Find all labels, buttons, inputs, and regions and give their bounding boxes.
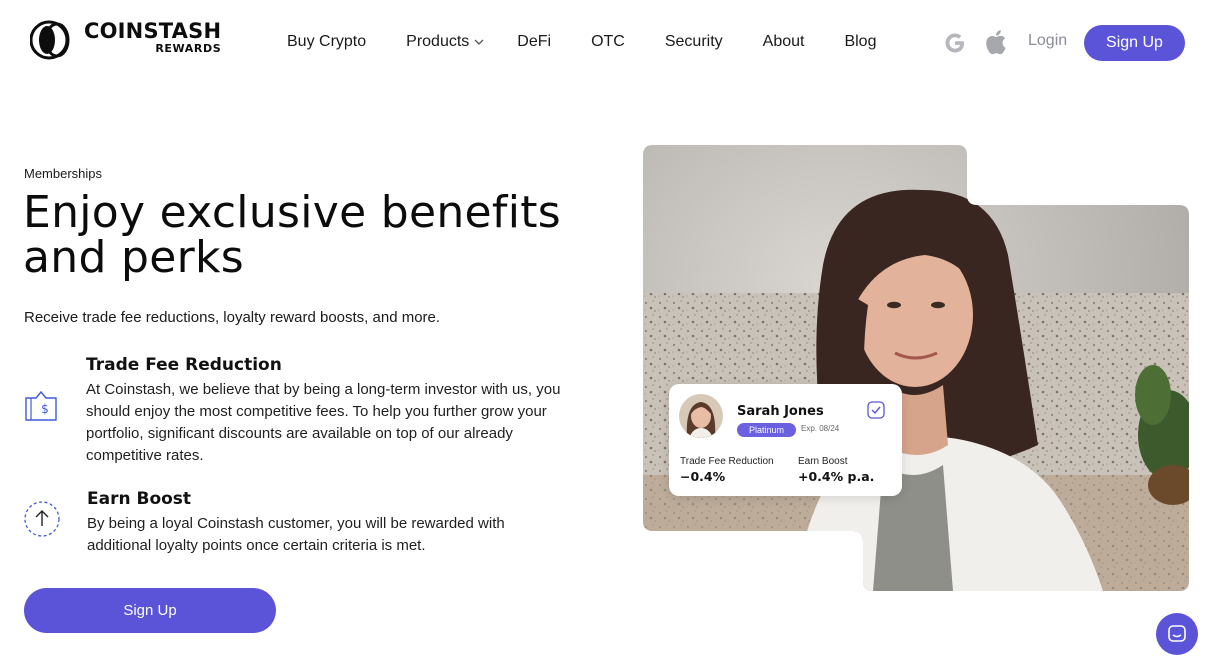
nav-security[interactable]: Security	[665, 33, 723, 51]
arrow-up-circle-icon	[24, 501, 60, 537]
chat-icon	[1168, 625, 1186, 642]
feature-title: Trade Fee Reduction	[86, 355, 282, 375]
feature-title: Earn Boost	[87, 489, 192, 509]
avatar	[679, 394, 723, 438]
nav-products[interactable]: Products	[406, 33, 485, 51]
nav-blog[interactable]: Blog	[844, 33, 876, 51]
nav-links: Buy Crypto Products DeFi OTC Security Ab…	[287, 31, 916, 53]
logo-subtitle: REWARDS	[155, 42, 222, 55]
nav-products-label: Products	[406, 33, 470, 50]
tier-badge: Platinum	[737, 423, 797, 437]
page-title-line-1: Enjoy exclusive benefits	[23, 187, 562, 238]
page-title: Enjoy exclusive benefits and perks	[23, 190, 603, 280]
signup-button-header[interactable]: Sign Up	[1084, 25, 1185, 61]
svg-text:$: $	[41, 402, 49, 416]
feature-body: By being a loyal Coinstash customer, you…	[87, 515, 505, 554]
signup-button-main[interactable]: Sign Up	[24, 588, 276, 633]
coinstash-logo[interactable]: COINSTASH REWARDS	[29, 19, 222, 60]
membership-card: Sarah Jones Platinum Exp. 08/24 Trade Fe…	[669, 384, 902, 496]
member-photo	[643, 145, 1189, 591]
nav-about[interactable]: About	[763, 33, 805, 51]
feature-body: At Coinstash, we believe that by being a…	[86, 381, 561, 464]
nav-otc[interactable]: OTC	[591, 33, 625, 51]
dollar-tag-icon: $	[25, 390, 57, 421]
member-name: Sarah Jones	[737, 404, 824, 419]
top-navigation: COINSTASH REWARDS Buy Crypto Products De…	[0, 0, 1209, 84]
stat-value-earn-boost: +0.4% p.a.	[798, 469, 875, 484]
membership-expiry: Exp. 08/24	[801, 424, 840, 433]
logo-mark-icon	[29, 20, 76, 60]
verified-check-icon	[867, 401, 885, 419]
chat-launcher-button[interactable]	[1156, 613, 1198, 655]
login-link[interactable]: Login	[1028, 32, 1067, 50]
chevron-down-icon	[474, 39, 484, 45]
nav-buy-crypto[interactable]: Buy Crypto	[287, 33, 366, 51]
section-eyebrow: Memberships	[24, 166, 103, 181]
nav-defi[interactable]: DeFi	[517, 33, 551, 51]
apple-icon[interactable]	[983, 28, 1007, 56]
google-icon[interactable]	[943, 31, 967, 55]
stat-value-trade-fee: −0.4%	[680, 469, 726, 484]
hero-subtext: Receive trade fee reductions, loyalty re…	[24, 309, 441, 326]
stat-label-earn-boost: Earn Boost	[798, 456, 848, 467]
page-title-line-2: and perks	[23, 232, 244, 283]
logo-name: COINSTASH	[84, 19, 222, 43]
stat-label-trade-fee: Trade Fee Reduction	[680, 456, 774, 467]
